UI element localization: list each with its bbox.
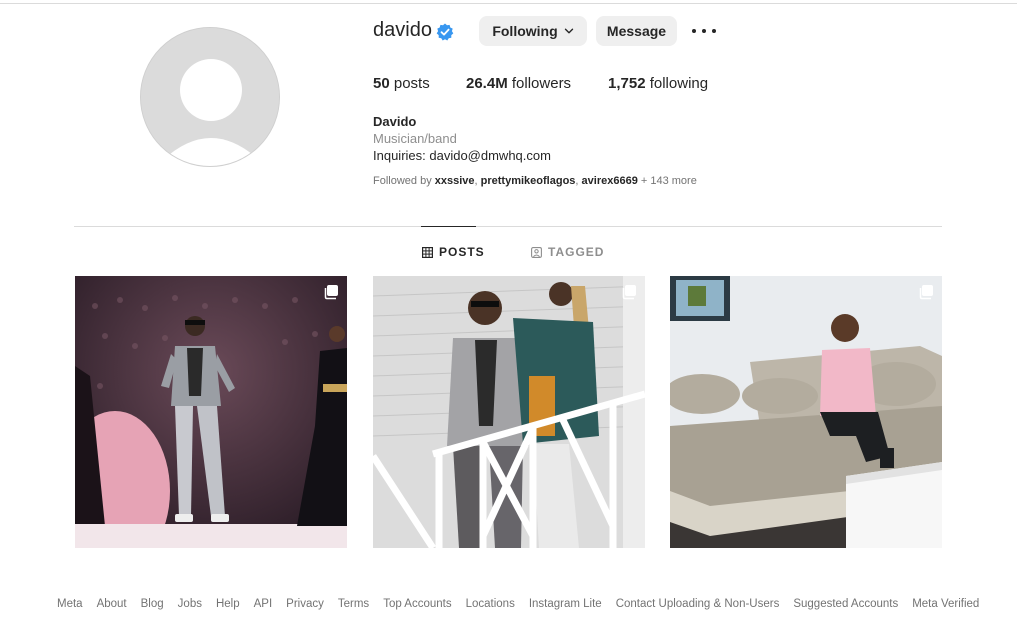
followed-by-name: xxssive	[434, 175, 475, 187]
tagged-icon	[531, 246, 542, 258]
carousel-icon	[919, 285, 933, 300]
following-button-label: Following	[492, 23, 558, 39]
footer-link[interactable]: Instagram Lite	[529, 598, 602, 610]
carousel-icon	[622, 285, 636, 300]
tab-posts-label: POSTS	[439, 245, 485, 259]
post-image	[75, 276, 347, 548]
bio-category: Musician/band	[373, 131, 457, 146]
footer-link[interactable]: Privacy	[286, 598, 324, 610]
post-image	[670, 276, 942, 548]
message-button[interactable]: Message	[596, 16, 677, 46]
followed-by-name: avirex6669	[581, 175, 638, 187]
footer-link[interactable]: Blog	[141, 598, 164, 610]
posts-count-label: posts	[393, 75, 430, 92]
footer-link[interactable]: Contact Uploading & Non-Users	[616, 598, 780, 610]
following-count[interactable]: 1,752 following	[608, 75, 708, 92]
posts-count-value: 50	[373, 75, 390, 92]
following-button[interactable]: Following	[479, 16, 587, 46]
following-count-label: following	[649, 75, 709, 92]
tab-posts[interactable]: POSTS	[422, 245, 485, 259]
carousel-icon	[324, 285, 338, 300]
post-thumbnail[interactable]	[75, 276, 347, 548]
tab-tagged-label: TAGGED	[548, 245, 605, 259]
footer-link[interactable]: Terms	[338, 598, 369, 610]
following-count-value: 1,752	[608, 75, 646, 92]
footer-link[interactable]: Meta	[57, 598, 83, 610]
footer-link[interactable]: Locations	[466, 598, 515, 610]
followers-count[interactable]: 26.4M followers	[466, 75, 571, 92]
post-thumbnail[interactable]	[373, 276, 645, 548]
followed-by-name: prettymikeoflagos	[480, 175, 576, 187]
top-divider	[0, 3, 1017, 4]
tabs-divider	[74, 226, 942, 227]
followers-count-value: 26.4M	[466, 75, 508, 92]
chevron-down-icon	[564, 28, 573, 34]
profile-avatar[interactable]	[140, 27, 280, 167]
post-thumbnail[interactable]	[670, 276, 942, 548]
footer-link[interactable]: Top Accounts	[383, 598, 451, 610]
footer-link[interactable]: Help	[216, 598, 240, 610]
followed-by-more: + 143 more	[640, 175, 697, 187]
more-options-icon[interactable]	[692, 22, 716, 40]
footer-link[interactable]: Meta Verified	[912, 598, 979, 610]
verified-badge-icon	[436, 23, 454, 41]
active-tab-indicator	[421, 226, 476, 227]
message-button-label: Message	[606, 23, 667, 39]
footer-links: Meta About Blog Jobs Help API Privacy Te…	[57, 598, 979, 610]
profile-username: davido	[373, 19, 432, 41]
posts-count: 50 posts	[373, 75, 430, 92]
grid-icon	[422, 246, 433, 258]
post-image	[373, 276, 645, 548]
followed-by[interactable]: Followed by xxssive, prettymikeoflagos, …	[373, 175, 697, 187]
bio-text: Inquiries: davido@dmwhq.com	[373, 148, 551, 163]
footer-link[interactable]: About	[97, 598, 127, 610]
bio-full-name: Davido	[373, 114, 417, 129]
footer-link[interactable]: API	[254, 598, 273, 610]
footer-link[interactable]: Suggested Accounts	[793, 598, 898, 610]
followed-by-prefix: Followed by	[373, 175, 435, 187]
followers-count-label: followers	[511, 75, 572, 92]
tab-tagged[interactable]: TAGGED	[531, 245, 604, 259]
default-avatar-icon	[141, 28, 279, 166]
footer-link[interactable]: Jobs	[178, 598, 202, 610]
